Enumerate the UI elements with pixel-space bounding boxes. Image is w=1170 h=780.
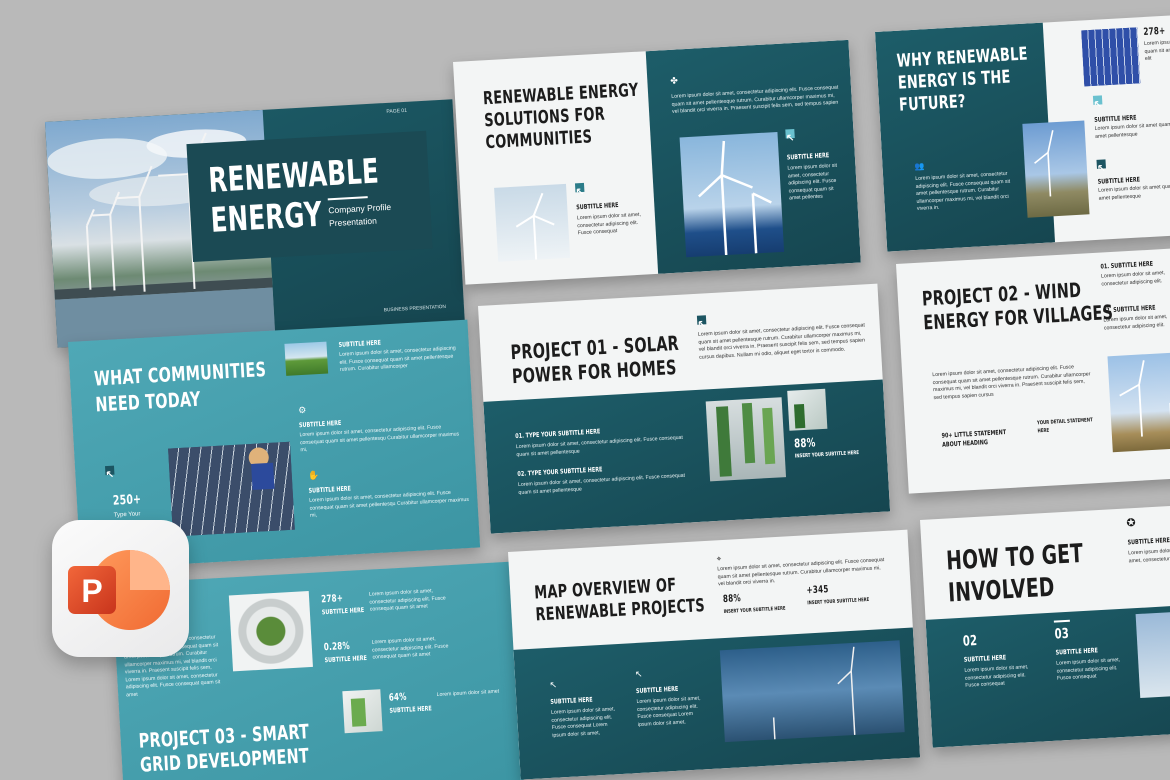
location-icon: ⌖ <box>716 554 722 564</box>
project1-stat: 88% <box>793 435 816 451</box>
arrow-icon <box>1092 95 1103 107</box>
project3-stat1-text: Lorem ipsum dolor sit amet, consectetur … <box>368 588 446 613</box>
solutions-title-1: RENEWABLE ENERGY <box>482 79 639 110</box>
field-turbine-photo <box>1022 120 1090 218</box>
project2-stat-b: YOUR DETAIL STATEMENT <box>1036 417 1093 427</box>
project2-text-main: Lorem ipsum dolor sit amet, consectetur … <box>932 364 1091 401</box>
coastal-turbine-photo <box>1107 351 1170 453</box>
involved-n2: 03 <box>1054 625 1070 643</box>
why-stat-text: Lorem ipsum quam sit amet elit <box>1143 39 1170 63</box>
solutions-text-left: Lorem ipsum dolor sit amet, consectetur … <box>576 211 642 237</box>
arrow-icon <box>785 129 795 141</box>
arrow-icon <box>574 182 585 195</box>
map-stat2: +345 <box>806 584 829 597</box>
map-text-top: Lorem ipsum dolor sit amet, consectetur … <box>717 557 885 588</box>
why-sub1: SUBTITLE HERE <box>1094 113 1137 124</box>
project2-stat-b2: HERE <box>1037 427 1050 435</box>
involved-text-top: Lorem ipsum dolor sit amet, consectetur <box>1128 548 1170 564</box>
arrow-icon <box>696 315 707 327</box>
map-stat1-label: INSERT YOUR SUBTITLE HERE <box>723 605 786 616</box>
why-sub2: SUBTITLE HERE <box>1097 175 1141 186</box>
map-text1: Lorem ipsum dolor sit amet, consectetur … <box>550 706 616 739</box>
project2-item1-title: 01. SUBTITLE HERE <box>1100 259 1154 271</box>
project3-stat1-sub: SUBTITLE HERE <box>321 605 365 617</box>
communities-sub-c: SUBTITLE HERE <box>308 484 352 495</box>
sea-turbine-photo <box>719 640 905 743</box>
clover-icon: ✤ <box>670 75 679 86</box>
involved-title-2: INVOLVED <box>947 572 1056 609</box>
green-wall-photo <box>705 397 787 482</box>
project3-stat2: 0.28% <box>323 640 351 654</box>
involved-n2-text: Lorem ipsum dolor sit amet, consectetur … <box>1056 657 1121 682</box>
slide-map: MAP OVERVIEW OF RENEWABLE PROJECTS ⌖ Lor… <box>508 529 921 780</box>
slide-solutions: RENEWABLE ENERGY SOLUTIONS FOR COMMUNITI… <box>453 39 861 285</box>
communities-sub-a: SUBTITLE HERE <box>338 338 382 349</box>
involved-n1-text: Lorem ipsum dolor sit amet, consectetur … <box>964 664 1029 689</box>
communities-text-a: Lorem ipsum dolor sit amet, consectetur … <box>338 345 456 373</box>
involved-sub-top: SUBTITLE HERE <box>1127 536 1170 547</box>
project2-item1-text: Lorem ipsum dolor sit amet, consectetur … <box>1100 270 1166 288</box>
project3-stat3-sub: SUBTITLE HERE <box>389 704 432 715</box>
communities-stat-label: Type Your <box>113 511 141 519</box>
arrow-icon <box>1096 159 1106 171</box>
slide-cover: PAGE 01 RENEWABLE ENERGY Company Profile… <box>45 99 465 348</box>
spiral-stair-photo <box>228 591 313 672</box>
communities-text-c: Lorem ipsum dolor sit amet, consectetur … <box>309 489 470 519</box>
hill-photo <box>284 341 329 376</box>
leaf-photo <box>787 388 828 431</box>
people-icon: 👥 <box>914 161 925 171</box>
solutions-text-right: Lorem ipsum dolor sit amet, consectetur … <box>787 162 838 202</box>
page-number: PAGE 01 <box>386 107 408 115</box>
plant-photo <box>342 689 383 734</box>
svg-text:P: P <box>81 573 102 609</box>
communities-stat: 250+ <box>112 492 142 509</box>
project2-stat-a2: ABOUT HEADING <box>941 438 989 449</box>
slide-why: WHY RENEWABLE ENERGY IS THE FUTURE? 👥 Lo… <box>875 13 1170 252</box>
solar-panel-photo <box>1081 27 1141 87</box>
project2-item2-text: Lorem ipsum dolor sit amet, consectetur … <box>1103 313 1168 332</box>
why-text1: Lorem ipsum dolor sit amet quam sit amet… <box>1094 121 1170 140</box>
map-stat2-label: INSERT YOUR SUBTITLE HERE <box>807 596 870 607</box>
solutions-sub-left: SUBTITLE HERE <box>576 200 619 212</box>
project3-stat2-text: Lorem ipsum dolor sit amet, consectetur … <box>371 636 449 661</box>
why-title-3: FUTURE? <box>898 91 967 116</box>
why-text-left: Lorem ipsum dolor sit amet, consectetur … <box>915 170 1011 213</box>
project3-stat1: 278+ <box>320 593 344 606</box>
cover-title-line2: ENERGY <box>209 194 324 241</box>
involved-title-1: HOW TO GET <box>945 538 1085 577</box>
arrow-icon: ↖ <box>549 679 558 690</box>
powerpoint-icon: P <box>52 520 189 657</box>
communities-sub-b: SUBTITLE HERE <box>298 418 342 430</box>
why-text2: Lorem ipsum dolor sit amet quam sit amet… <box>1098 183 1170 202</box>
hand-icon: ✋ <box>307 470 320 481</box>
cover-footer: BUSINESS PRESENTATION <box>383 304 447 314</box>
slide-project2: PROJECT 02 - WIND ENERGY FOR VILLAGES 01… <box>896 247 1170 494</box>
solutions-title-3: COMMUNITIES <box>484 126 593 154</box>
offshore-turbine-photo <box>679 131 785 258</box>
turbine-photo-right <box>1135 609 1170 698</box>
communities-title-2: NEED TODAY <box>94 386 202 417</box>
award-icon: ✪ <box>1126 516 1137 530</box>
map-text2: Lorem ipsum dolor sit amet, consectetur … <box>636 695 701 728</box>
turbine-photo-small <box>494 183 571 262</box>
involved-dark-panel <box>925 603 1170 748</box>
communities-title-1: WHAT COMMUNITIES <box>93 357 267 391</box>
arrow-icon: ↖ <box>634 668 643 680</box>
why-stat: 278+ <box>1143 25 1166 39</box>
project2-item2-title: 02. SUBTITLE HERE <box>1102 303 1156 315</box>
involved-n1: 02 <box>962 633 978 650</box>
map-stat1: 88% <box>722 593 742 606</box>
project3-stat3-text: Lorem ipsum dolor sit amet <box>436 688 500 699</box>
slide-involved: HOW TO GET INVOLVED ✪ SUBTITLE HERE Lore… <box>920 503 1170 748</box>
project1-text-top: Lorem ipsum dolor sit amet, consectetur … <box>697 322 866 361</box>
slide-project1: PROJECT 01 - SOLAR POWER FOR HOMES Lorem… <box>478 283 891 534</box>
network-icon: ⚙ <box>297 404 307 416</box>
arrow-icon <box>104 465 115 478</box>
project3-stat3: 64% <box>388 691 407 704</box>
project3-stat2-sub: SUBTITLE HERE <box>324 653 368 665</box>
mockup-stage: PAGE 01 RENEWABLE ENERGY Company Profile… <box>0 0 1170 780</box>
